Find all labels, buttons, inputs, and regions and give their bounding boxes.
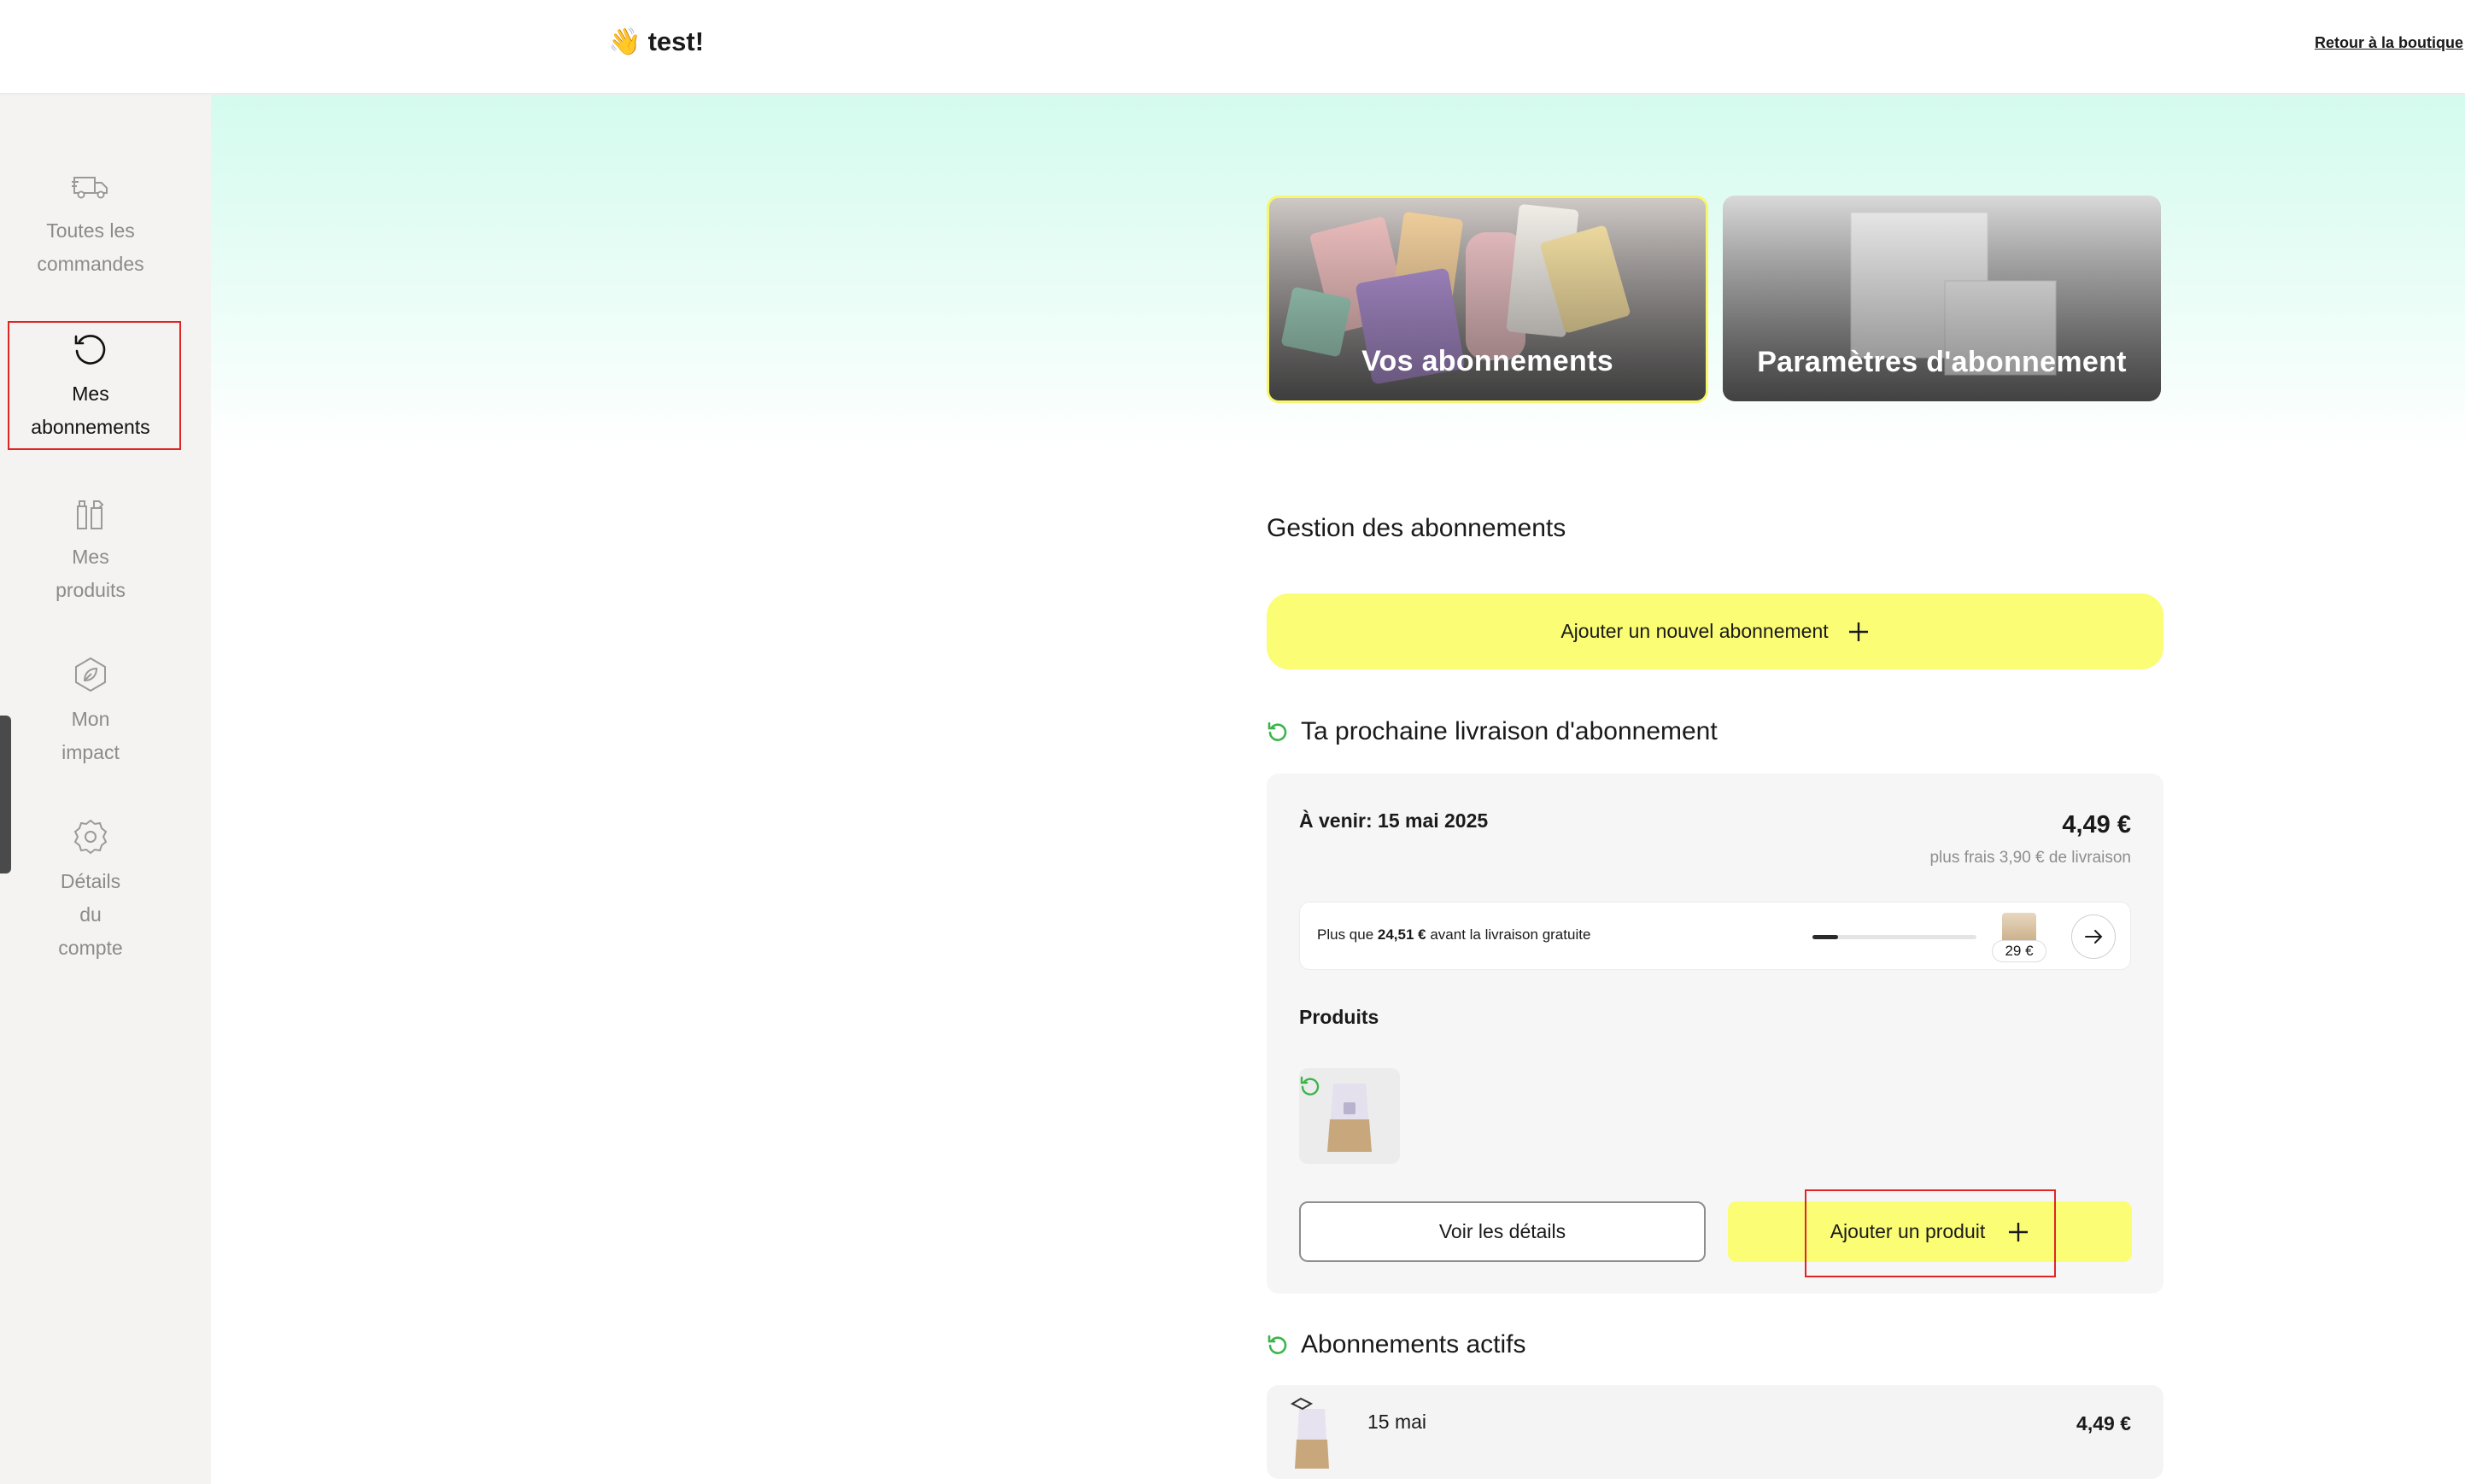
scrollbar-thumb[interactable] bbox=[0, 716, 11, 873]
truck-icon bbox=[72, 177, 108, 199]
progress-fill bbox=[1812, 935, 1838, 939]
bottles-icon bbox=[77, 500, 104, 529]
sidebar: Toutes les commandes Mes abonnements Mes… bbox=[0, 95, 211, 1484]
sidebar-item-label: compte bbox=[58, 937, 123, 959]
back-to-shop-link[interactable]: Retour à la boutique bbox=[2315, 34, 2463, 52]
card-subscription-settings[interactable]: Paramètres d'abonnement bbox=[1723, 196, 2161, 401]
top-bar: 👋 test! Retour à la boutique bbox=[0, 0, 2465, 95]
free-shipping-text: Plus que 24,51 € avant la livraison grat… bbox=[1317, 926, 1590, 944]
free-shipping-suffix: avant la livraison gratuite bbox=[1426, 926, 1591, 943]
sidebar-item-label: commandes bbox=[37, 253, 144, 275]
active-subscription-row[interactable]: 15 mai 4,49 € bbox=[1267, 1385, 2163, 1479]
next-delivery-title: Ta prochaine livraison d'abonnement bbox=[1301, 717, 1718, 745]
sidebar-item-label: Mon bbox=[71, 708, 110, 730]
card-settings-title: Paramètres d'abonnement bbox=[1757, 346, 2127, 378]
next-delivery-heading: Ta prochaine livraison d'abonnement bbox=[1267, 717, 1718, 746]
sidebar-item-products[interactable]: Mes produits bbox=[7, 493, 174, 607]
sidebar-item-impact[interactable]: Mon impact bbox=[7, 655, 174, 769]
delivery-price: 4,49 € bbox=[2062, 811, 2131, 838]
highlight-box-sidebar bbox=[8, 321, 181, 450]
free-shipping-amount: 24,51 € bbox=[1377, 926, 1426, 943]
sidebar-item-account[interactable]: Détails du compte bbox=[7, 817, 174, 965]
free-shipping-goal: 29 € bbox=[1992, 940, 2046, 962]
shipping-fee-note: plus frais 3,90 € de livraison bbox=[1929, 849, 2131, 867]
add-new-subscription-button[interactable]: Ajouter un nouvel abonnement bbox=[1267, 593, 2163, 669]
card-subscriptions-title: Vos abonnements bbox=[1361, 345, 1613, 377]
refresh-green-icon bbox=[1268, 722, 1287, 741]
greeting: 👋 test! bbox=[608, 26, 704, 57]
sidebar-item-label: Mes bbox=[72, 546, 109, 568]
sidebar-item-label: produits bbox=[56, 579, 126, 601]
management-title: Gestion des abonnements bbox=[1267, 514, 1566, 542]
view-details-button[interactable]: Voir les détails bbox=[1299, 1201, 1706, 1262]
arrow-right-icon bbox=[2085, 930, 2103, 944]
refresh-green-icon bbox=[1300, 1076, 1320, 1095]
free-shipping-box-icon bbox=[2002, 913, 2036, 944]
sidebar-item-label: du bbox=[79, 903, 102, 926]
active-subscription-date: 15 mai bbox=[1367, 1411, 1427, 1433]
active-subscriptions-title: Abonnements actifs bbox=[1301, 1330, 1526, 1358]
upcoming-date: À venir: 15 mai 2025 bbox=[1299, 809, 1489, 832]
free-shipping-arrow-button[interactable] bbox=[2071, 914, 2116, 959]
next-delivery-panel: À venir: 15 mai 2025 4,49 € plus frais 3… bbox=[1267, 774, 2163, 1294]
gear-icon bbox=[73, 819, 108, 855]
wave-icon: 👋 bbox=[608, 26, 641, 56]
plus-icon bbox=[1848, 622, 1868, 641]
free-shipping-progress: Plus que 24,51 € avant la livraison grat… bbox=[1299, 902, 2131, 970]
products-label: Produits bbox=[1299, 1006, 1379, 1028]
free-shipping-prefix: Plus que bbox=[1317, 926, 1378, 943]
greeting-text: test! bbox=[647, 26, 705, 56]
active-subscriptions-heading: Abonnements actifs bbox=[1267, 1330, 1525, 1359]
sidebar-item-label: Détails bbox=[60, 870, 121, 892]
leaf-icon bbox=[75, 657, 106, 692]
highlight-box-add-product bbox=[1805, 1189, 2056, 1277]
sidebar-item-orders[interactable]: Toutes les commandes bbox=[7, 167, 174, 281]
card-subscriptions[interactable]: Vos abonnements bbox=[1267, 196, 1708, 403]
active-subscription-price: 4,49 € bbox=[2076, 1412, 2131, 1434]
add-new-subscription-label: Ajouter un nouvel abonnement bbox=[1560, 620, 1829, 642]
product-pouch-image bbox=[1290, 1397, 1329, 1469]
product-thumbnail[interactable] bbox=[1299, 1068, 1400, 1164]
refresh-green-icon bbox=[1268, 1335, 1287, 1354]
sidebar-item-label: impact bbox=[61, 741, 120, 763]
sidebar-item-label: Toutes les bbox=[46, 219, 135, 242]
progress-track bbox=[1812, 935, 1976, 939]
